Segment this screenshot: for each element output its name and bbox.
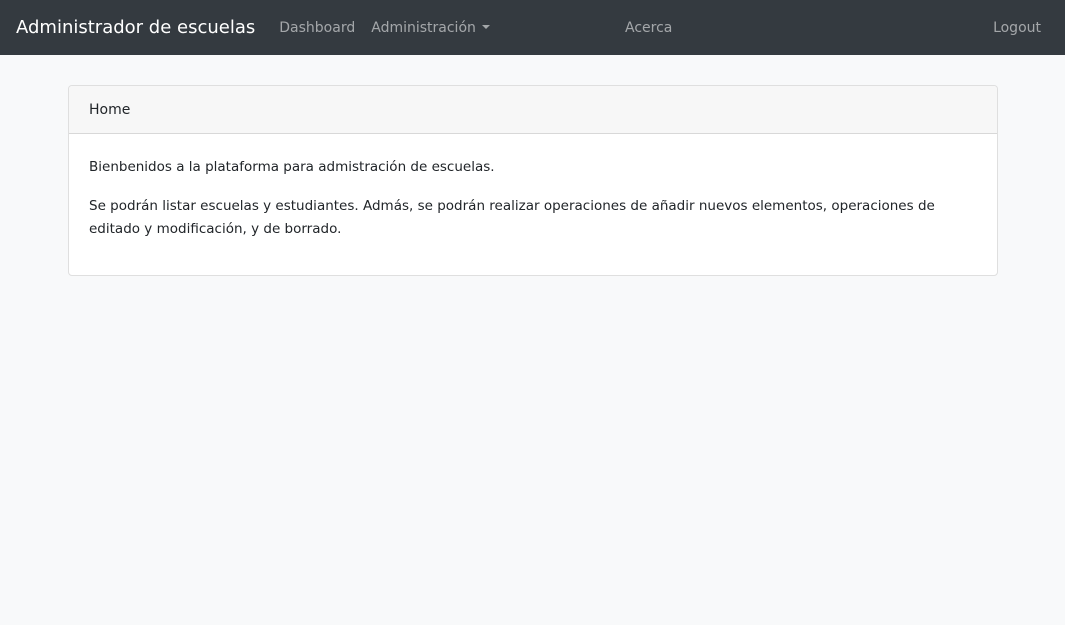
top-navbar: Administrador de escuelas Dashboard Admi…: [0, 0, 1065, 55]
home-card: Home Bienbenidos a la plataforma para ad…: [68, 85, 998, 276]
nav-dropdown-administracion[interactable]: Administración: [363, 20, 498, 36]
navbar-brand[interactable]: Administrador de escuelas: [16, 17, 255, 38]
nav-dropdown-label: Administración: [371, 19, 476, 36]
card-header: Home: [69, 86, 997, 134]
nav-link-logout[interactable]: Logout: [993, 0, 1041, 55]
description-paragraph: Se podrán listar escuelas y estudiantes.…: [89, 198, 935, 237]
card-body: Bienbenidos a la plataforma para admistr…: [69, 134, 997, 275]
welcome-paragraph: Bienbenidos a la plataforma para admistr…: [89, 159, 495, 175]
caret-down-icon: [481, 24, 490, 29]
nav-link-acerca[interactable]: Acerca: [625, 0, 672, 55]
nav-link-dashboard[interactable]: Dashboard: [271, 20, 363, 36]
